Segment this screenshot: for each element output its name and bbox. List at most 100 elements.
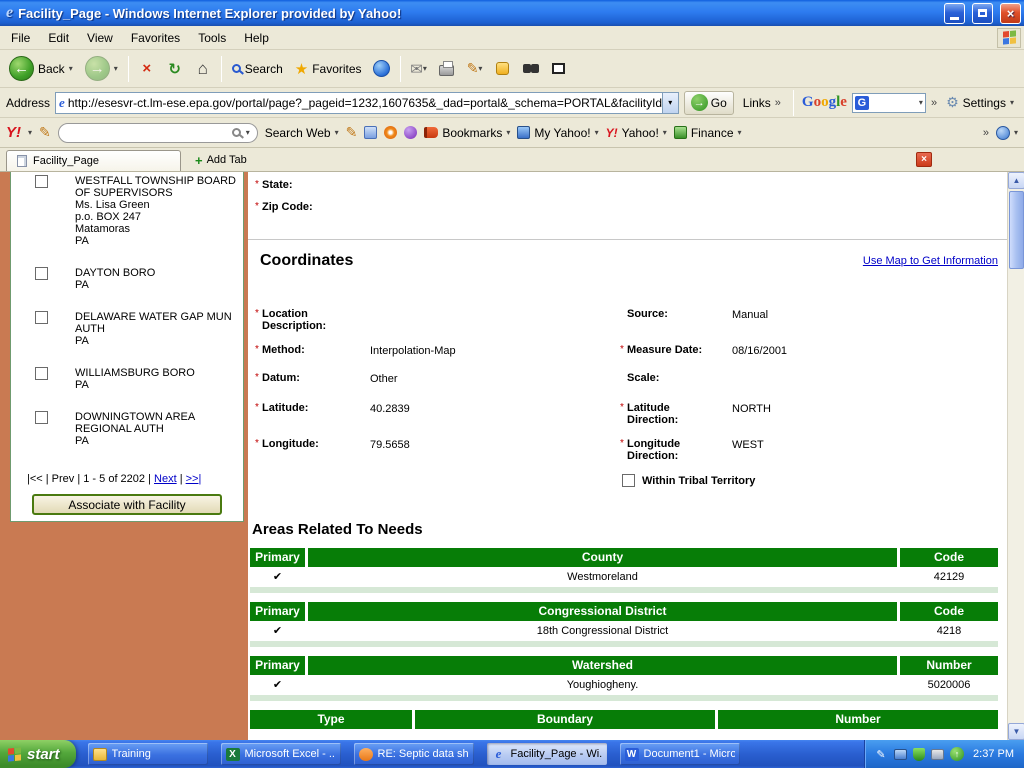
yahoo-overflow-chevron-icon[interactable]: » (983, 127, 989, 139)
favorites-label: Favorites (312, 62, 361, 76)
minimize-button[interactable] (944, 3, 965, 24)
pagination-next-link[interactable]: Next (154, 473, 177, 485)
menu-view[interactable]: View (78, 28, 122, 48)
menu-favorites[interactable]: Favorites (122, 28, 189, 48)
yahoo-logo[interactable]: Y! (6, 124, 21, 141)
compose-pencil-icon[interactable]: ✎ (39, 124, 51, 141)
close-sidebar-button[interactable]: × (916, 152, 932, 167)
taskbar-item-excel[interactable]: X Microsoft Excel - ... (221, 743, 341, 765)
organization-checkbox[interactable] (35, 411, 48, 424)
scrollbar-thumb[interactable] (1009, 191, 1024, 269)
scroll-down-button[interactable]: ▼ (1008, 723, 1024, 740)
google-search-box[interactable]: G ▾ (852, 93, 926, 113)
scale-label: Scale: (627, 372, 659, 384)
menu-tools[interactable]: Tools (189, 28, 235, 48)
taskbar-item-email[interactable]: RE: Septic data sh... (354, 743, 474, 765)
state-field-row: * State: (255, 179, 1007, 201)
refresh-button[interactable]: ↻ (162, 55, 188, 83)
search-web-button[interactable]: Search Web ▾ (265, 126, 339, 140)
associate-with-facility-button[interactable]: Associate with Facility (32, 494, 222, 515)
messenger-button[interactable] (490, 55, 516, 83)
maximize-button[interactable] (972, 3, 993, 24)
back-button[interactable]: ← Back ▾ (4, 53, 78, 85)
tray-shield-icon[interactable] (913, 748, 925, 761)
use-map-link[interactable]: Use Map to Get Information (863, 255, 998, 267)
favorites-button[interactable]: ★ Favorites (290, 53, 367, 85)
taskbar-item-training[interactable]: Training (88, 743, 208, 765)
scroll-up-button[interactable]: ▲ (1008, 172, 1024, 189)
forward-dropdown-icon[interactable]: ▾ (114, 64, 118, 73)
finance-button[interactable]: Finance ▾ (674, 126, 742, 140)
tray-display-icon[interactable] (894, 749, 907, 760)
tray-status-icon[interactable]: ↑ (950, 747, 964, 761)
taskbar-item-word[interactable]: W Document1 - Micro... (620, 743, 740, 765)
home-button[interactable]: ⌂ (190, 55, 216, 83)
method-label: Method: (262, 344, 305, 356)
organization-checkbox[interactable] (35, 367, 48, 380)
yahoo-logo-dropdown-icon[interactable]: ▾ (28, 128, 32, 137)
close-button[interactable]: × (1000, 3, 1021, 24)
settings-dropdown-icon[interactable]: ▾ (1010, 98, 1014, 107)
vertical-scrollbar[interactable]: ▲ ▼ (1007, 172, 1024, 740)
edit-dropdown-icon[interactable]: ▾ (478, 64, 482, 73)
pagination-last-link[interactable]: >>| (186, 473, 202, 485)
address-dropdown-button[interactable]: ▾ (662, 93, 678, 113)
back-icon: ← (9, 56, 34, 81)
mail-button[interactable]: ✉ ▾ (406, 55, 432, 83)
links-button[interactable]: Links » (739, 96, 785, 110)
research-button[interactable] (518, 55, 544, 83)
forward-button[interactable]: → ▾ (80, 53, 123, 85)
tab-bar: Facility_Page + Add Tab × (0, 148, 1024, 172)
yahoo-home-button[interactable]: Y! Yahoo! ▾ (606, 126, 667, 140)
congressional-district-table: Primary Congressional District Code ✔ 18… (250, 602, 998, 647)
tab-facility-page[interactable]: Facility_Page (6, 150, 181, 171)
edit-button[interactable]: ✎ ▾ (462, 55, 488, 83)
back-dropdown-icon[interactable]: ▾ (69, 64, 73, 73)
go-button[interactable]: → Go (684, 91, 734, 115)
menu-help[interactable]: Help (235, 28, 278, 48)
my-yahoo-button[interactable]: My Yahoo! ▾ (517, 126, 598, 140)
column-header: Boundary (415, 710, 715, 729)
fullscreen-button[interactable] (546, 55, 572, 83)
yahoo-search-input[interactable]: ▾ (58, 123, 258, 143)
address-input[interactable]: e http://esesvr-ct.lm-ese.epa.gov/portal… (55, 92, 679, 114)
organization-checkbox[interactable] (35, 267, 48, 280)
taskbar-item-facility-page[interactable]: e Facility_Page - Wi... (487, 743, 607, 765)
coordinate-row: *Datum: Other Scale: (255, 372, 1007, 402)
district-value: 18th Congressional District (308, 621, 897, 641)
target-icon[interactable] (384, 126, 397, 139)
settings-button[interactable]: ⚙ Settings ▾ (942, 94, 1018, 111)
column-header: Number (718, 710, 998, 729)
forward-icon: → (85, 56, 110, 81)
google-dropdown-icon[interactable]: ▾ (919, 98, 923, 107)
overflow-chevron-icon[interactable]: » (931, 97, 937, 109)
tray-network-icon[interactable] (931, 749, 944, 760)
window-icon[interactable] (364, 126, 377, 139)
mail-dropdown-icon[interactable]: ▾ (423, 64, 427, 73)
bookmarks-button[interactable]: Bookmarks ▾ (424, 126, 510, 140)
browser-window: e Facility_Page - Windows Internet Explo… (0, 0, 1024, 768)
organization-checkbox[interactable] (35, 175, 48, 188)
globe-dropdown-icon: ▾ (1014, 128, 1018, 137)
bookmarks-label: Bookmarks (442, 126, 502, 140)
yahoo-search-dropdown-icon[interactable]: ▾ (246, 128, 250, 137)
add-tab-button[interactable]: + Add Tab (189, 150, 253, 170)
organization-checkbox[interactable] (35, 311, 48, 324)
yahoo-globe-button[interactable]: ▾ (996, 126, 1018, 140)
start-button[interactable]: start (0, 740, 76, 768)
source-value: Manual (732, 308, 1007, 321)
tribal-territory-checkbox[interactable] (622, 474, 635, 487)
tray-pen-icon[interactable]: ✎ (874, 747, 888, 761)
menu-file[interactable]: File (2, 28, 39, 48)
history-button[interactable] (369, 55, 395, 83)
google-g-icon: G (855, 96, 869, 110)
messenger-status-icon[interactable] (404, 126, 417, 139)
search-button[interactable]: Search (227, 53, 288, 85)
primary-check: ✔ (250, 621, 305, 641)
pencil-icon[interactable]: ✎ (346, 124, 358, 141)
yahoo-search-icon (232, 128, 241, 137)
print-button[interactable] (434, 55, 460, 83)
location-description-label: Location Description: (262, 308, 362, 332)
stop-button[interactable]: × (134, 55, 160, 83)
menu-edit[interactable]: Edit (39, 28, 78, 48)
